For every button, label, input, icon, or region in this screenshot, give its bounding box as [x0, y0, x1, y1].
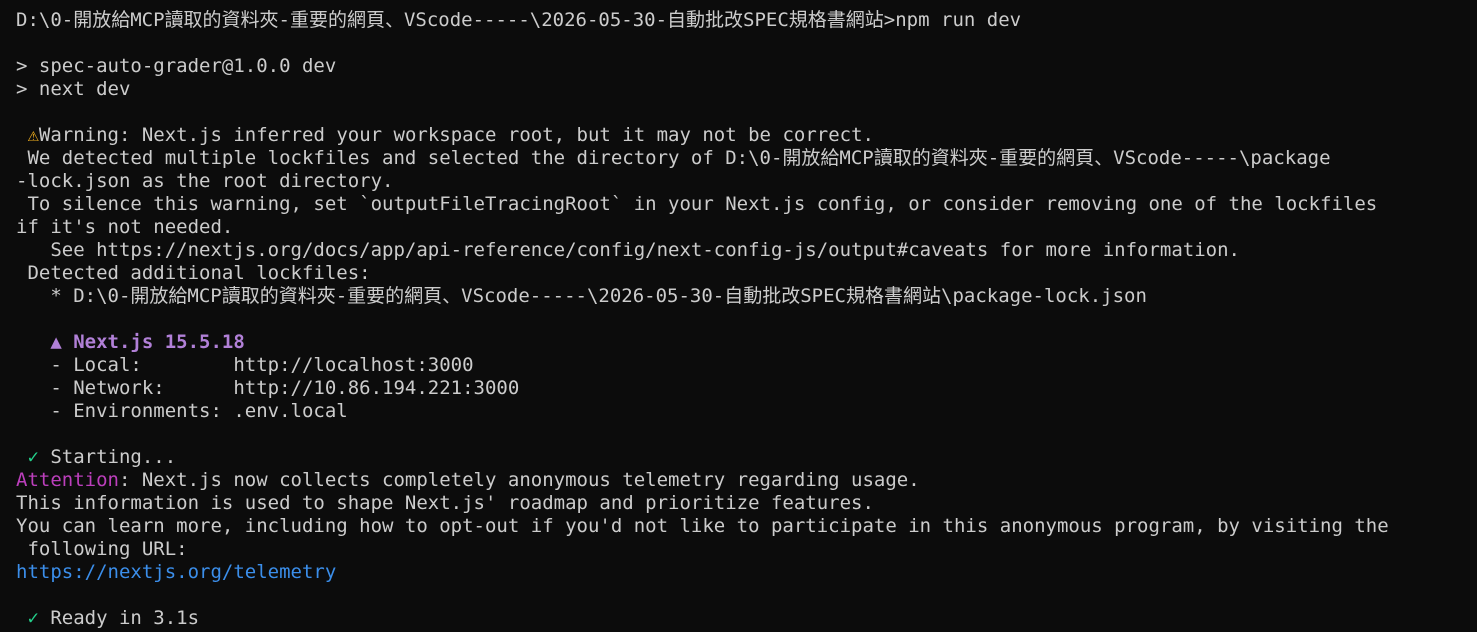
telemetry-text-line: This information is used to shape Next.j…: [16, 492, 874, 514]
warning-text-line: -lock.json as the root directory.: [16, 170, 394, 192]
warning-text-line: if it's not needed.: [16, 216, 234, 238]
command-line: D:\0-開放給MCP讀取的資料夾-重要的網頁、VScode-----\2026…: [16, 9, 1022, 31]
warning-title-line: ⚠Warning: Next.js inferred your workspac…: [16, 124, 1477, 147]
npm-script-line: > spec-auto-grader@1.0.0 dev: [16, 55, 337, 77]
ready-line: ✓ Ready in 3.1s: [16, 607, 1477, 630]
telemetry-attention-line: Attention: Next.js now collects complete…: [16, 469, 1477, 492]
nextjs-version: ▲ Next.js 15.5.18: [16, 331, 245, 353]
attention-label: Attention: [16, 469, 119, 491]
starting-line: ✓ Starting...: [16, 446, 1477, 469]
environments-line: - Environments: .env.local: [16, 400, 348, 422]
lockfile-path-line: * D:\0-開放給MCP讀取的資料夾-重要的網頁、VScode-----\20…: [16, 285, 1147, 307]
attention-text: : Next.js now collects completely anonym…: [118, 469, 920, 491]
check-icon: ✓: [16, 446, 39, 468]
warning-icon: ⚠: [27, 124, 39, 146]
telemetry-text-line: following URL:: [16, 538, 188, 560]
telemetry-link[interactable]: https://nextjs.org/telemetry: [16, 561, 1477, 584]
check-icon: ✓: [16, 607, 39, 629]
network-url-line: - Network: http://10.86.194.221:3000: [16, 377, 520, 399]
ready-text: Ready in 3.1s: [38, 607, 200, 629]
warning-text-line: To silence this warning, set `outputFile…: [16, 193, 1378, 215]
warning-docs-line: See https://nextjs.org/docs/app/api-refe…: [16, 239, 1240, 261]
warning-text-line: Detected additional lockfiles:: [16, 262, 371, 284]
telemetry-text-line: You can learn more, including how to opt…: [16, 515, 1389, 537]
terminal-window[interactable]: D:\0-開放給MCP讀取的資料夾-重要的網頁、VScode-----\2026…: [0, 0, 1477, 632]
starting-text: Starting...: [38, 446, 177, 468]
local-url-line: - Local: http://localhost:3000: [16, 354, 474, 376]
warning-text-line: We detected multiple lockfiles and selec…: [16, 147, 1331, 169]
npm-script-line: > next dev: [16, 78, 131, 100]
warning-title: Warning: Next.js inferred your workspace…: [38, 124, 874, 146]
